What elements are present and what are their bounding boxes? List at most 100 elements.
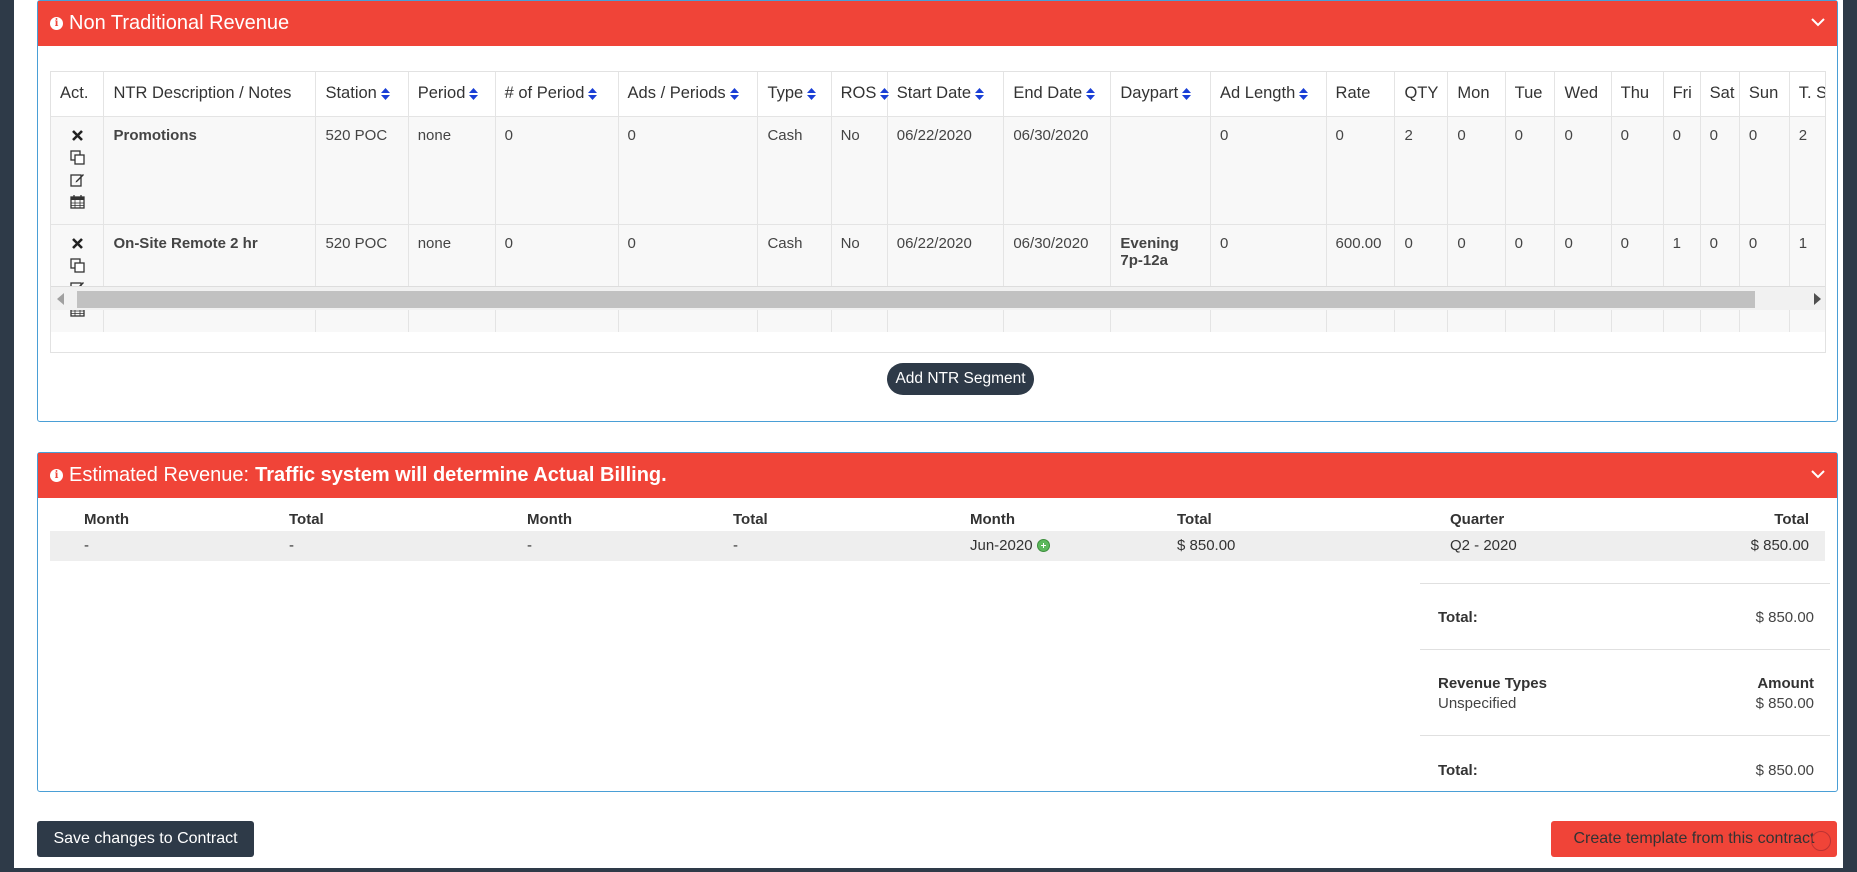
sort-icon[interactable] <box>588 87 598 100</box>
cell-period: none <box>408 115 496 224</box>
cell-end-date: 06/30/2020 <box>1003 223 1112 332</box>
column-header-label: Sun <box>1748 84 1779 103</box>
total-value: $ 850.00 <box>1755 609 1814 626</box>
month-value: - <box>527 537 532 554</box>
copy-icon[interactable] <box>68 149 86 167</box>
column-header[interactable]: Type <box>757 72 832 116</box>
scroll-right-icon[interactable] <box>1814 293 1821 305</box>
column-header: Sat <box>1700 72 1740 116</box>
actions-cell <box>51 115 105 224</box>
cell-station: 520 POC <box>315 223 409 332</box>
cell-ads-periods: 0 <box>618 223 759 332</box>
cell-sat: 0 <box>1700 223 1740 332</box>
ntr-panel-header[interactable]: i Non Traditional Revenue <box>38 1 1837 46</box>
month-value-text: Jun-2020 <box>970 537 1033 554</box>
circle-icon <box>1811 831 1831 851</box>
sort-icon[interactable] <box>807 87 817 100</box>
cell-ad-length: 0 <box>1210 115 1327 224</box>
cell-sun: 0 <box>1739 223 1790 332</box>
revenue-types-label: Revenue Types <box>1438 675 1547 692</box>
cell-start-date: 06/22/2020 <box>887 115 1005 224</box>
cell-daypart <box>1110 115 1212 224</box>
x-icon[interactable] <box>68 127 86 145</box>
month-header: Month <box>970 511 1015 528</box>
quarter-total-header: Total <box>1774 511 1809 528</box>
column-header[interactable]: Station <box>315 72 409 116</box>
column-header[interactable]: Ad Length <box>1210 72 1327 116</box>
cell-wed: 0 <box>1554 223 1612 332</box>
save-contract-button[interactable]: Save changes to Contract <box>37 821 254 857</box>
cell-ads-periods: 0 <box>618 115 759 224</box>
scroll-left-icon[interactable] <box>57 293 64 305</box>
table-row: Promotions 520 POC none 0 0 Cash No 06/22/2020 0… <box>51 115 1825 224</box>
column-header-label: Tue <box>1514 84 1543 103</box>
total-header: Total <box>1177 511 1212 528</box>
ntr-table-scroll: Act. NTR Description / Notes Station Period… <box>50 71 1826 353</box>
table-row: On-Site Remote 2 hr 520 POC none 0 0 Cash No 06… <box>51 223 1825 332</box>
column-header[interactable]: Start Date <box>887 72 1005 116</box>
column-header[interactable]: # of Period <box>495 72 619 116</box>
sort-icon[interactable] <box>880 87 890 100</box>
column-header-label: Daypart <box>1120 84 1179 103</box>
column-header[interactable]: Ads / Periods <box>618 72 759 116</box>
chevron-down-icon[interactable] <box>1809 13 1827 31</box>
cell-station: 520 POC <box>315 115 409 224</box>
quarter-header: Quarter <box>1450 511 1505 528</box>
cell-mon: 0 <box>1447 115 1506 224</box>
column-header: Sun <box>1739 72 1790 116</box>
estimated-data-row: - - - - Jun-2020 $ 850.00 Q2 - 2020 $ 85… <box>50 531 1825 561</box>
cell-t-spots: 2 <box>1789 115 1825 224</box>
estimated-revenue-title: Estimated Revenue: <box>69 464 250 486</box>
column-header: Tue <box>1505 72 1556 116</box>
column-header-label: ROS <box>840 84 877 103</box>
column-header: NTR Description / Notes <box>103 72 317 116</box>
chevron-down-icon[interactable] <box>1809 465 1827 483</box>
cell-fri: 0 <box>1663 115 1701 224</box>
column-header[interactable]: End Date <box>1003 72 1112 116</box>
horizontal-scrollbar[interactable] <box>51 286 1825 310</box>
add-ntr-segment-button[interactable]: Add NTR Segment <box>887 363 1034 395</box>
ntr-header-row: Act. NTR Description / Notes Station Period… <box>51 72 1825 116</box>
create-template-label: Create template from this contract <box>1573 830 1815 847</box>
total-value: $ 850.00 <box>1177 537 1236 554</box>
scrollbar-thumb[interactable] <box>77 291 1755 308</box>
column-header[interactable]: ROS <box>831 72 890 116</box>
column-header[interactable]: Period <box>408 72 496 116</box>
sort-icon[interactable] <box>1299 87 1309 100</box>
sort-icon[interactable] <box>1182 87 1192 100</box>
calendar-icon[interactable] <box>68 193 86 211</box>
cell-wed: 0 <box>1554 115 1612 224</box>
cell-description: Promotions <box>103 115 317 224</box>
plus-circle-icon[interactable] <box>1036 538 1050 552</box>
sort-icon[interactable] <box>729 87 739 100</box>
sort-icon[interactable] <box>469 87 479 100</box>
cell-end-date: 06/30/2020 <box>1003 115 1112 224</box>
column-header-label: NTR Description / Notes <box>113 84 292 103</box>
grand-total-label: Total: <box>1438 762 1478 779</box>
copy-icon[interactable] <box>68 257 86 275</box>
row-actions <box>60 127 94 211</box>
cell-ad-length: 0 <box>1210 223 1327 332</box>
create-template-button[interactable]: Create template from this contract <box>1551 821 1837 857</box>
sort-icon[interactable] <box>1086 87 1096 100</box>
column-header-label: T. Spots <box>1798 84 1825 103</box>
column-header: Act. <box>51 72 105 116</box>
amount-label: Amount <box>1757 675 1814 692</box>
estimated-revenue-header[interactable]: i Estimated Revenue: Traffic system will… <box>38 453 1837 498</box>
column-header-label: Rate <box>1335 84 1371 103</box>
x-icon[interactable] <box>68 235 86 253</box>
column-header-label: Ad Length <box>1220 84 1296 103</box>
cell-type: Cash <box>757 115 832 224</box>
sort-icon[interactable] <box>380 87 390 100</box>
cell-thu: 0 <box>1611 223 1664 332</box>
estimated-revenue-note: Traffic system will determine Actual Bil… <box>255 464 667 486</box>
column-header[interactable]: T. Spots <box>1789 72 1825 116</box>
cell-sat: 0 <box>1700 115 1740 224</box>
grand-total-value: $ 850.00 <box>1755 762 1814 779</box>
edit-icon[interactable] <box>68 171 86 189</box>
column-header[interactable]: Daypart <box>1110 72 1212 116</box>
revenue-amount-value: $ 850.00 <box>1755 695 1814 712</box>
cell-ros: No <box>831 115 888 224</box>
main-content: i Non Traditional Revenue Act. NTR Descri… <box>14 0 1843 872</box>
sort-icon[interactable] <box>975 87 985 100</box>
